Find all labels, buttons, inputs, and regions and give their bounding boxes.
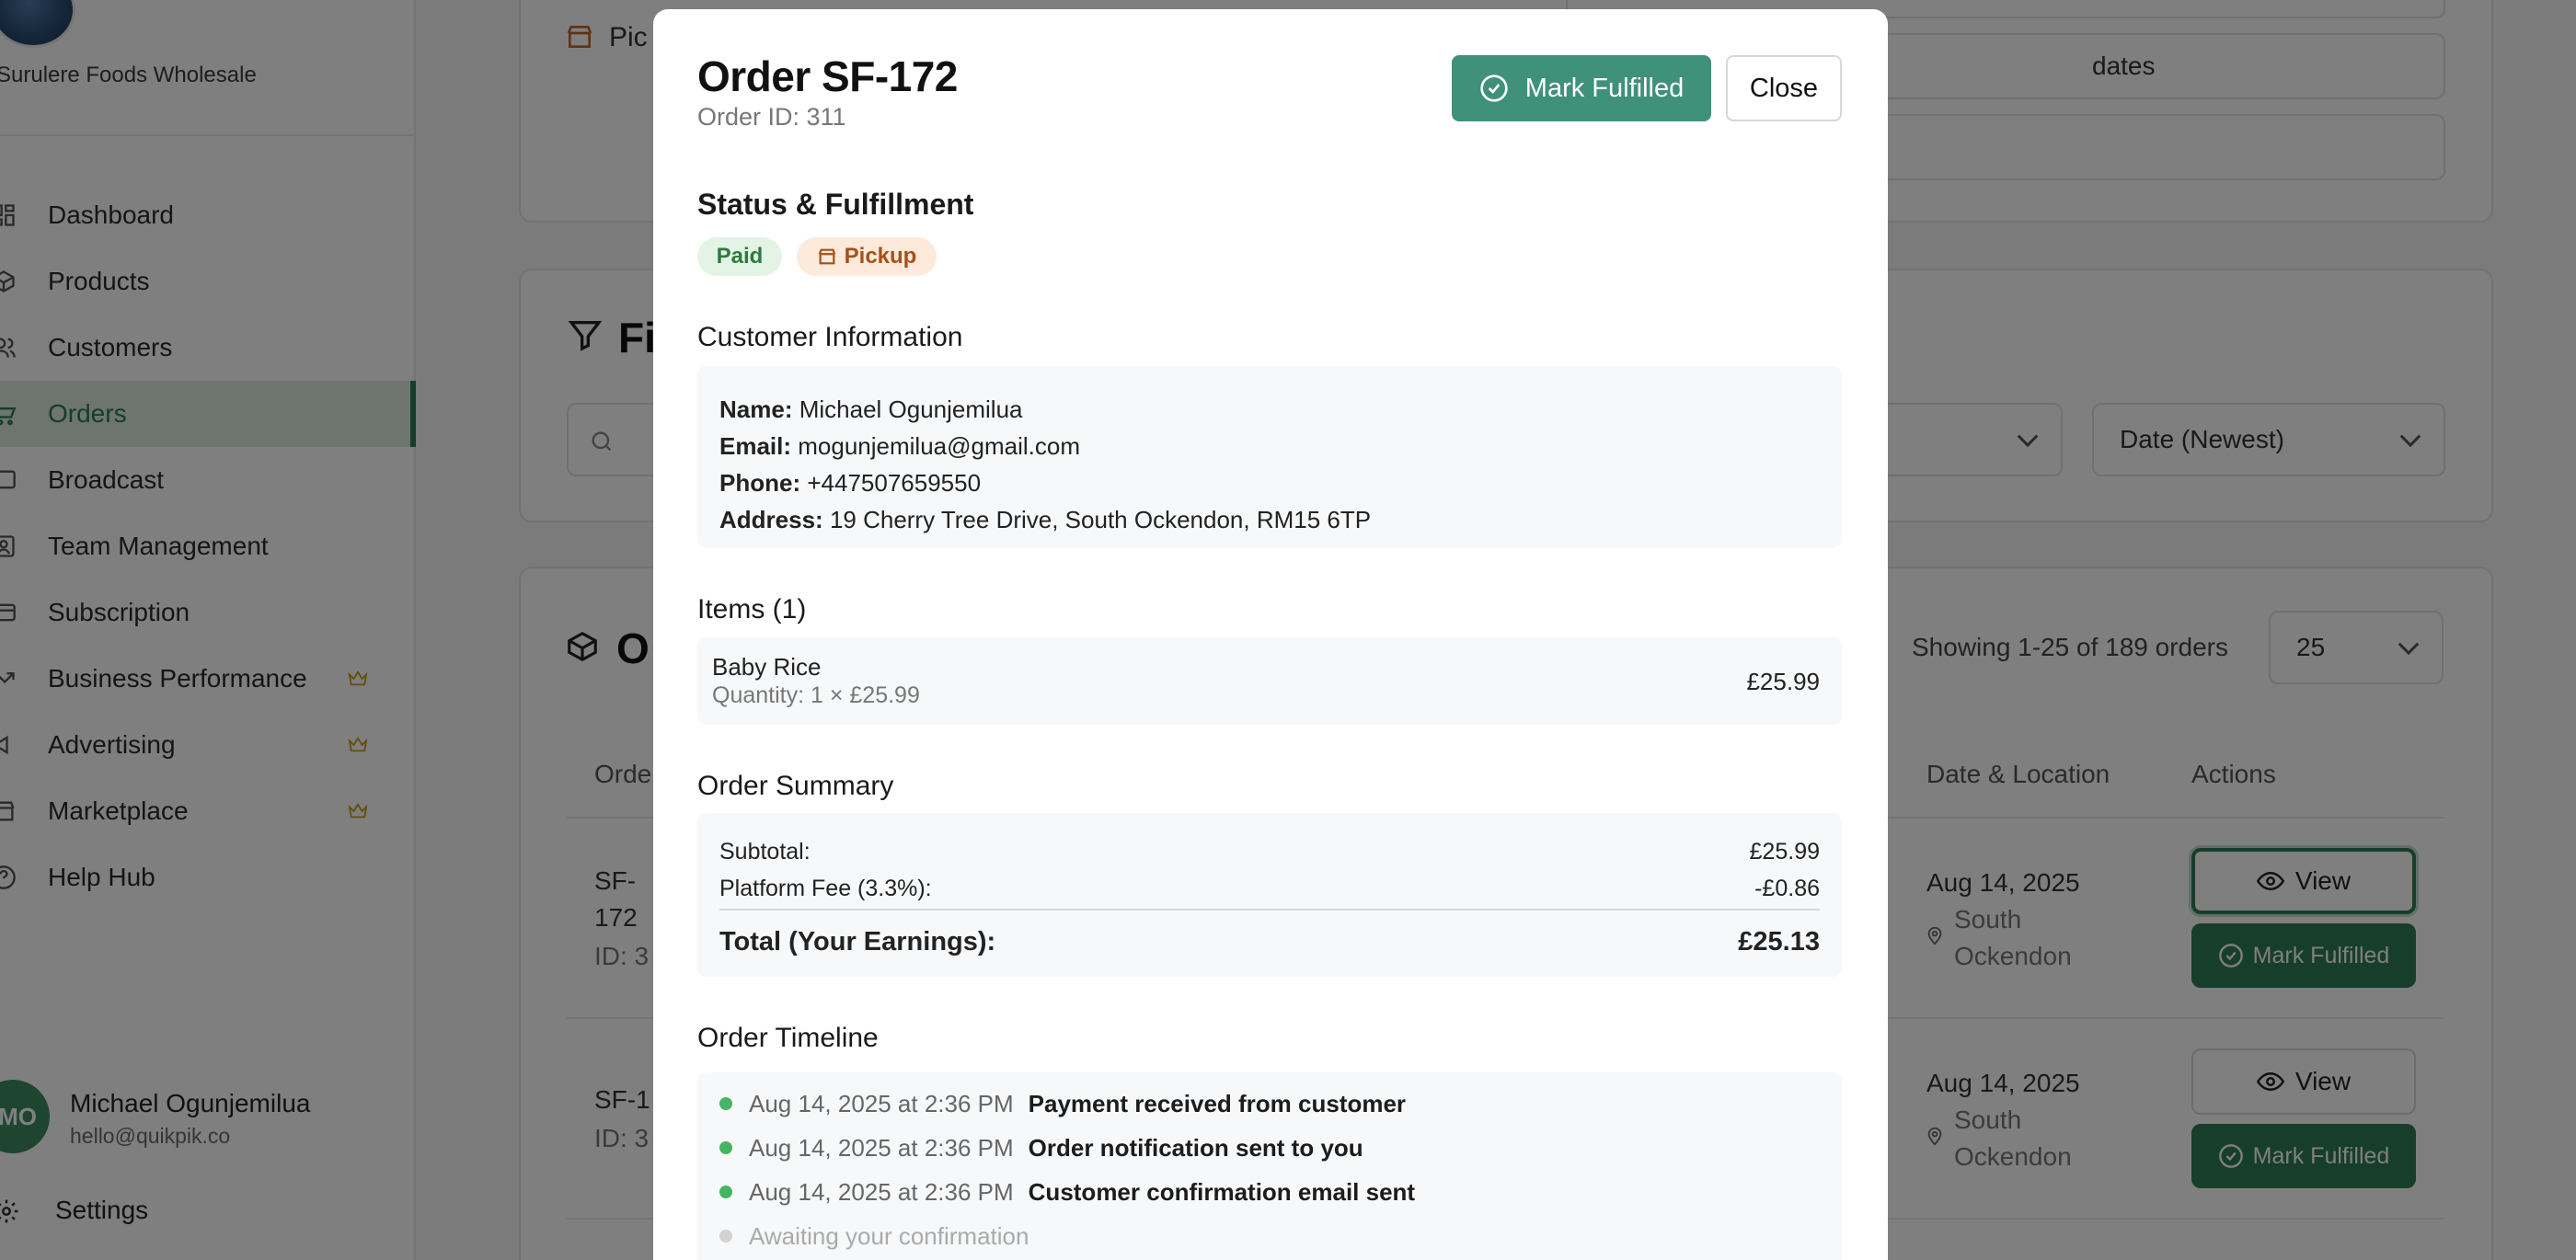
timeline-entry: Awaiting your confirmation	[719, 1220, 1043, 1253]
payment-status-badge: Paid	[697, 237, 782, 276]
platform-fee-label: Platform Fee (3.3%):	[719, 876, 932, 901]
timeline-text: Customer confirmation email sent	[1028, 1177, 1416, 1206]
mark-fulfilled-label: Mark Fulfilled	[1524, 73, 1685, 103]
customer-email-label: Email:	[719, 432, 792, 460]
close-button[interactable]: Close	[1726, 55, 1842, 121]
order-id-label: Order ID: 311	[697, 103, 846, 131]
order-summary-panel: Subtotal: £25.99 Platform Fee (3.3%): -£…	[697, 813, 1842, 977]
customer-name: Name: Michael Ogunjemilua	[719, 395, 1023, 424]
customer-name-label: Name:	[719, 395, 793, 423]
total-label: Total (Your Earnings):	[719, 927, 996, 956]
customer-phone-label: Phone:	[719, 469, 801, 497]
timeline-pending-text: Awaiting your confirmation	[749, 1221, 1029, 1250]
timeline-date: Aug 14, 2025 at 2:36 PM	[749, 1133, 1014, 1162]
timeline-text: Payment received from customer	[1028, 1089, 1407, 1117]
timeline-section-title: Order Timeline	[697, 1023, 879, 1053]
timeline-entry: Aug 14, 2025 at 2:36 PM Customer confirm…	[719, 1175, 1415, 1208]
timeline-date: Aug 14, 2025 at 2:36 PM	[749, 1089, 1014, 1117]
timeline-text: Order notification sent to you	[1028, 1133, 1363, 1162]
customer-address-label: Address:	[719, 506, 823, 533]
customer-phone-value: +447507659550	[807, 469, 982, 497]
total-value: £25.13	[1738, 927, 1820, 956]
item-price: £25.99	[1746, 668, 1820, 695]
modal-title: Order SF-172	[697, 52, 958, 100]
customer-phone[interactable]: Phone: +447507659550	[719, 469, 981, 498]
subtotal-value: £25.99	[1749, 839, 1820, 865]
items-section-title: Items (1)	[697, 594, 807, 624]
customer-name-value: Michael Ogunjemilua	[799, 395, 1023, 423]
status-section-title: Status & Fulfillment	[697, 188, 974, 221]
customer-email-value: mogunjemilua@gmail.com	[798, 432, 1080, 460]
customer-email[interactable]: Email: mogunjemilua@gmail.com	[719, 432, 1080, 461]
store-icon	[818, 248, 835, 265]
status-dot-icon	[719, 1186, 732, 1198]
mark-fulfilled-button[interactable]: Mark Fulfilled	[1452, 55, 1711, 121]
fulfillment-method-label: Pickup	[844, 244, 917, 269]
customer-address: Address: 19 Cherry Tree Drive, South Ock…	[719, 506, 1371, 534]
summary-section-title: Order Summary	[697, 771, 894, 801]
platform-fee-value: -£0.86	[1754, 876, 1820, 901]
list-item: Baby Rice Quantity: 1 × £25.99 £25.99	[697, 636, 1842, 725]
timeline-date: Aug 14, 2025 at 2:36 PM	[749, 1177, 1014, 1206]
item-name: Baby Rice	[712, 653, 822, 681]
summary-divider	[719, 909, 1820, 911]
customer-section-title: Customer Information	[697, 322, 963, 352]
item-quantity: Quantity: 1 × £25.99	[712, 682, 920, 708]
customer-address-value: 19 Cherry Tree Drive, South Ockendon, RM…	[829, 506, 1372, 533]
timeline-entry: Aug 14, 2025 at 2:36 PM Payment received…	[719, 1087, 1406, 1120]
customer-info-panel: Name: Michael Ogunjemilua Email: mogunje…	[697, 366, 1842, 548]
order-timeline-panel: Aug 14, 2025 at 2:36 PM Payment received…	[697, 1072, 1842, 1260]
subtotal-label: Subtotal:	[719, 839, 811, 865]
status-dot-icon	[719, 1141, 732, 1154]
payment-status-label: Paid	[716, 244, 764, 269]
status-dot-icon	[719, 1097, 732, 1110]
order-details-modal: Order SF-172 Order ID: 311 Mark Fulfille…	[653, 9, 1888, 1260]
check-circle-icon	[1480, 74, 1508, 102]
fulfillment-method-badge: Pickup	[797, 237, 937, 276]
status-dot-icon	[719, 1230, 732, 1243]
timeline-entry: Aug 14, 2025 at 2:36 PM Order notificati…	[719, 1131, 1363, 1164]
